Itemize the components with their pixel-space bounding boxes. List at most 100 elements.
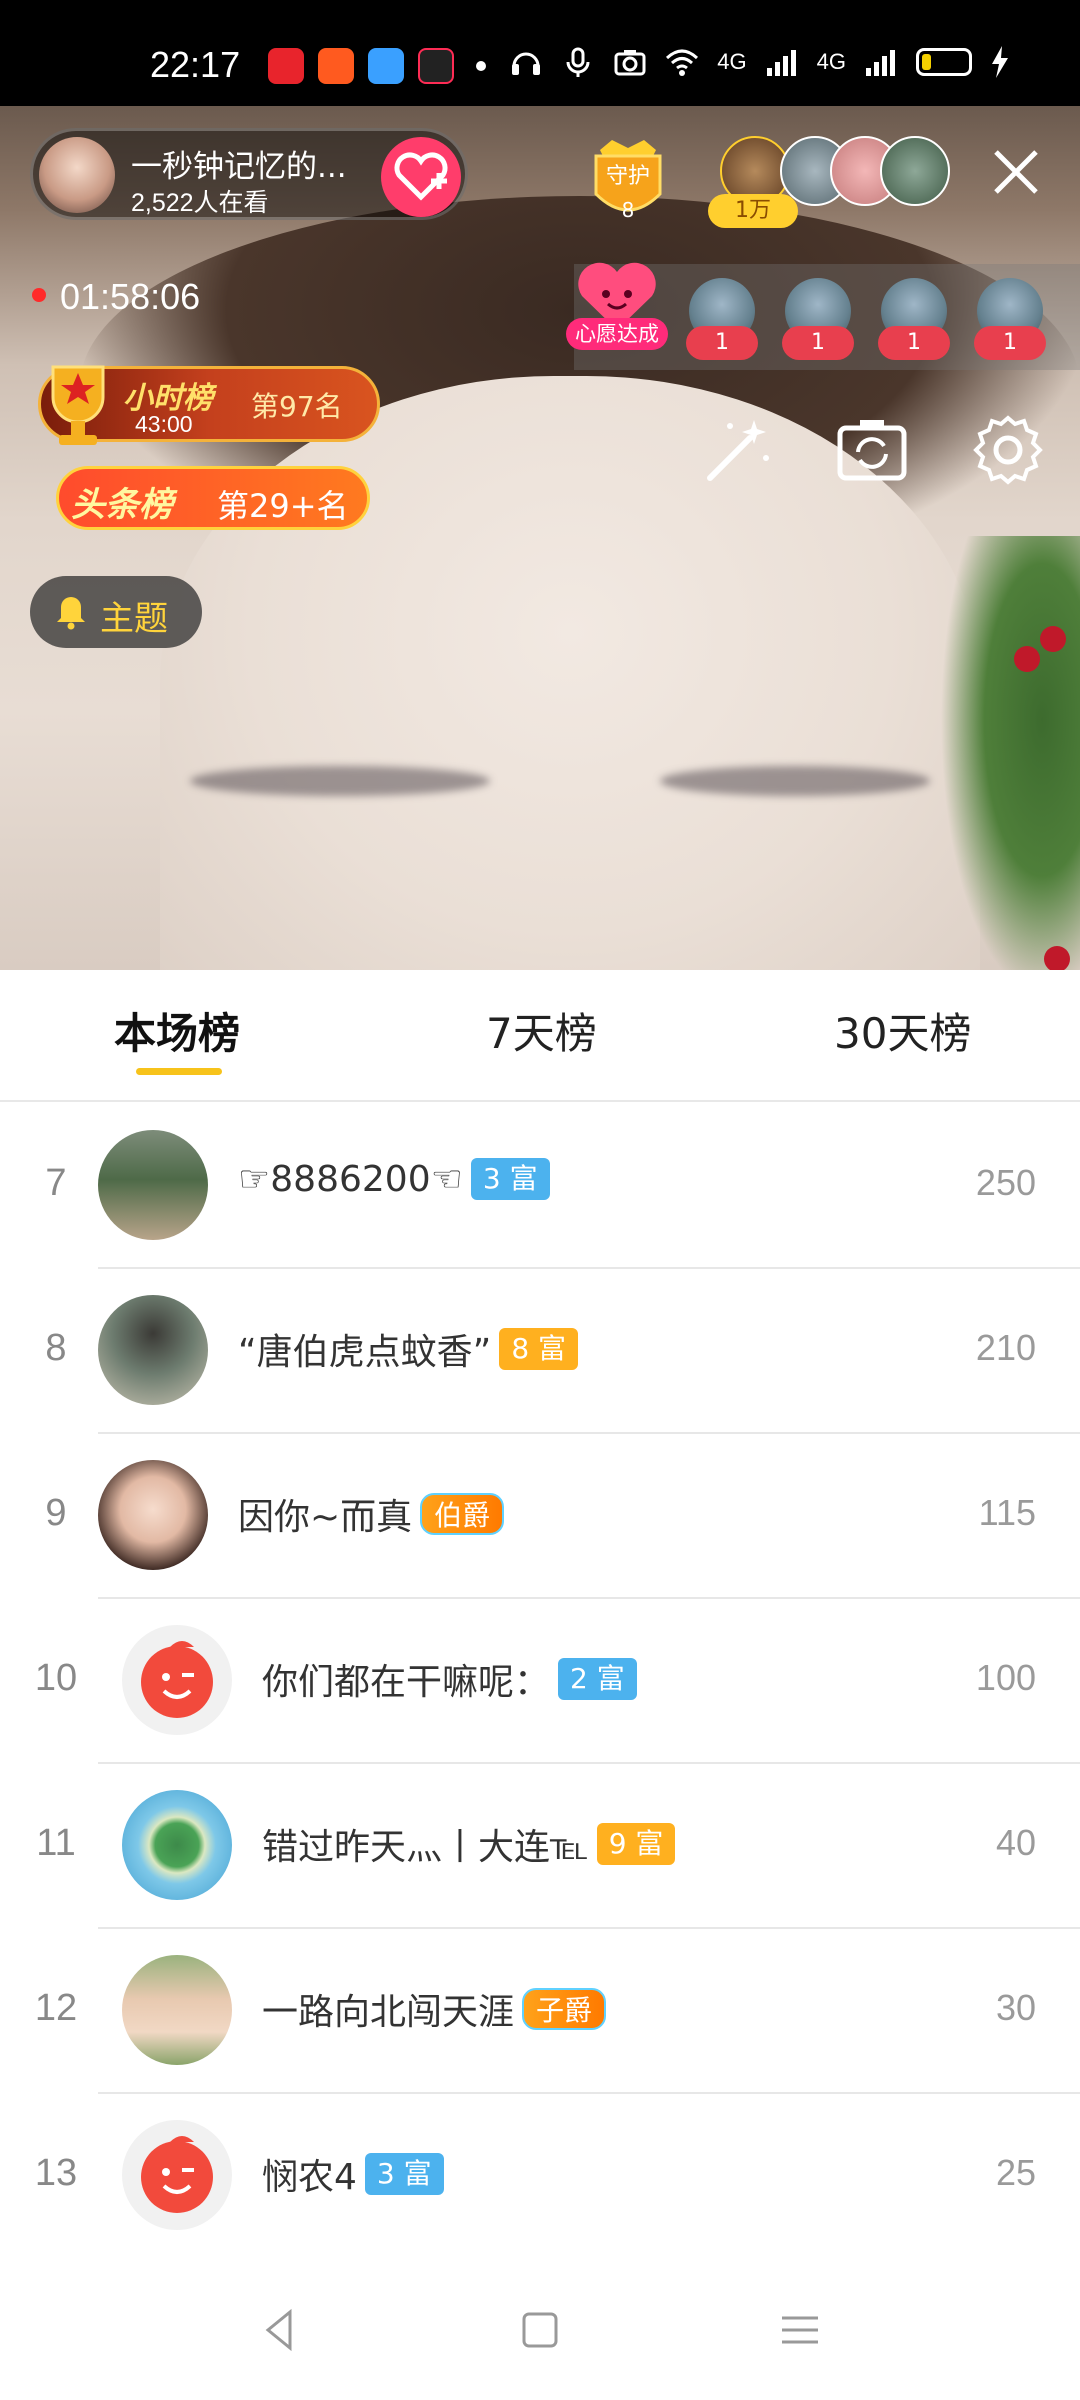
magic-wand-icon[interactable] (700, 412, 776, 488)
user-name: 因你~而真 (238, 1497, 413, 1538)
wealth-level-badge: 3 富 (470, 1158, 550, 1200)
noble-rank-badge: 子爵 (522, 1988, 607, 2030)
user-name: 你们都在干嘛呢： (262, 1662, 551, 1703)
wish-gift-item[interactable]: 1 (782, 278, 854, 360)
network-type-2: 4G (816, 49, 846, 74)
topic-button[interactable]: 主题 (30, 576, 202, 648)
avatar[interactable] (122, 1625, 232, 1735)
tab-7-days[interactable]: 7天榜 (486, 1000, 597, 1061)
list-item[interactable]: 12 一路向北闯天涯 子爵 30 (0, 1929, 1080, 2094)
list-item[interactable]: 8 “唐伯虎点蚊香” 8 富 210 (0, 1269, 1080, 1434)
contribution-score: 25 (995, 2152, 1036, 2193)
avatar[interactable] (122, 1955, 232, 2065)
status-app-icons (268, 48, 486, 84)
list-item[interactable]: 9 因你~而真 伯爵 115 (0, 1434, 1080, 1599)
network-type-1: 4G (717, 49, 747, 74)
status-bar: 22:17 4G 4G (0, 0, 1080, 106)
headline-rank-place: 第29+名 (217, 487, 349, 525)
noble-rank-badge: 伯爵 (420, 1493, 505, 1535)
user-name: 一路向北闯天涯 (262, 1992, 515, 2033)
hour-rank-badge[interactable]: 小时榜 43:00 第97名 (38, 365, 380, 445)
ranking-list: 7 ☞8886200☜ 3 富 250 8 “唐伯虎点蚊香” 8 富 210 9… (0, 1104, 1080, 2259)
douyin-app-icon (418, 48, 454, 84)
ranking-tabs: 本场榜 7天榜 30天榜 (0, 970, 1080, 1102)
headphones-icon (512, 52, 541, 75)
kuaishou-app-icon (318, 48, 354, 84)
follow-button[interactable] (381, 137, 461, 217)
default-face-icon (141, 1641, 213, 1718)
wish-gift-item[interactable]: 1 (974, 278, 1046, 360)
user-name: 悯农4 (262, 2157, 357, 2198)
default-face-icon (141, 2136, 213, 2213)
camera-icon (614, 50, 646, 76)
avatar[interactable] (98, 1130, 208, 1240)
contribution-score: 210 (975, 1327, 1036, 1368)
tab-30-days[interactable]: 30天榜 (834, 1000, 971, 1061)
more-dot-icon (476, 61, 486, 71)
host-info-pill[interactable]: 一秒钟记忆的... 2,522人在看 (30, 128, 468, 220)
browser-app-icon (368, 48, 404, 84)
rank-number: 11 (36, 1822, 76, 1864)
topic-label: 主题 (100, 599, 168, 639)
contribution-score: 250 (975, 1162, 1036, 1203)
list-item[interactable]: 7 ☞8886200☜ 3 富 250 (0, 1104, 1080, 1269)
avatar[interactable] (98, 1460, 208, 1570)
wish-gift-item[interactable]: 1 (878, 278, 950, 360)
guard-count: 8 (621, 198, 635, 222)
contribution-score: 40 (995, 1822, 1036, 1863)
signal-icon (866, 50, 895, 76)
wealth-level-badge: 3 富 (364, 2153, 444, 2195)
contribution-score: 100 (975, 1657, 1036, 1698)
list-item[interactable]: 10 你们都在干嘛呢： 2 富 100 (0, 1599, 1080, 1764)
user-name: 错过昨天灬丨大连℡ (262, 1827, 589, 1868)
rank-number: 10 (34, 1657, 78, 1699)
live-duration: 01:58:06 (60, 276, 201, 317)
avatar[interactable] (98, 1295, 208, 1405)
back-icon[interactable] (250, 2300, 310, 2360)
wealth-level-badge: 2 富 (558, 1658, 637, 1700)
headline-rank-badge[interactable]: 头条榜 第29+名 (56, 466, 370, 530)
rank-number: 7 (45, 1162, 67, 1204)
wealth-level-badge: 8 富 (499, 1328, 579, 1370)
microphone-icon (566, 47, 590, 77)
video-app-icon (268, 48, 304, 84)
close-icon[interactable] (988, 144, 1044, 200)
list-item[interactable]: 13 悯农4 3 富 25 (0, 2094, 1080, 2259)
host-avatar[interactable] (39, 137, 115, 213)
system-navigation-bar (0, 2256, 1080, 2400)
charging-icon (992, 46, 1008, 78)
settings-gear-icon[interactable] (970, 412, 1046, 488)
rank-number: 13 (34, 2152, 78, 2194)
home-icon[interactable] (510, 2300, 570, 2360)
contribution-tag: 1万 (708, 194, 798, 228)
recording-dot-icon (32, 288, 46, 302)
menu-icon[interactable] (770, 2300, 830, 2360)
list-item[interactable]: 11 错过昨天灬丨大连℡ 9 富 40 (0, 1764, 1080, 1929)
status-indicators: 4G 4G (509, 46, 1010, 78)
guard-badge[interactable]: 守护 8 (586, 136, 670, 226)
avatar[interactable] (122, 1790, 232, 1900)
host-name: 一秒钟记忆的... (131, 149, 347, 185)
live-stream-view[interactable]: 一秒钟记忆的... 2,522人在看 守护 8 1万 01:58:06 心愿达成… (0, 106, 1080, 970)
flip-camera-icon[interactable] (834, 412, 910, 488)
user-name: “唐伯虎点蚊香” (238, 1332, 492, 1373)
battery-icon (916, 48, 972, 76)
hour-rank-place: 第97名 (251, 390, 343, 423)
rank-number: 12 (34, 1987, 78, 2029)
wish-label: 心愿达成 (566, 318, 668, 350)
wealth-level-badge: 9 富 (596, 1823, 676, 1865)
viewer-count: 2,522人在看 (131, 189, 269, 217)
hour-rank-time: 43:00 (135, 411, 193, 437)
wifi-icon (666, 49, 699, 76)
wish-gift-item[interactable]: 1 (686, 278, 758, 360)
status-time: 22:17 (150, 44, 241, 85)
contribution-score: 30 (995, 1987, 1036, 2028)
bell-icon (57, 597, 85, 630)
headline-rank-title: 头条榜 (71, 485, 173, 525)
avatar[interactable] (122, 2120, 232, 2230)
trophy-icon (51, 365, 105, 445)
top-viewer-avatar[interactable] (880, 136, 950, 206)
contribution-score: 115 (978, 1492, 1036, 1533)
rank-number: 8 (45, 1327, 67, 1369)
tab-current-session[interactable]: 本场榜 (114, 1000, 240, 1061)
